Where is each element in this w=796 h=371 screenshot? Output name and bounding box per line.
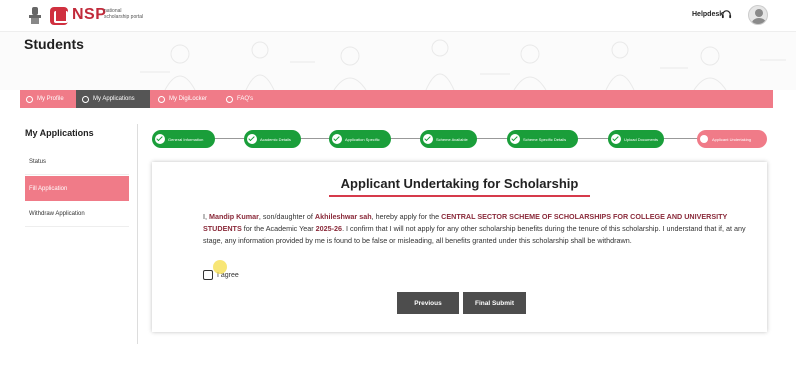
- main-tabs: My Profile My Applications My DigiLocker…: [20, 90, 773, 108]
- check-icon: [247, 134, 257, 144]
- current-step-dot-icon: [700, 135, 708, 143]
- tab-my-profile[interactable]: My Profile: [20, 90, 76, 108]
- step-general-information[interactable]: General Information: [152, 130, 215, 148]
- banner-illustration: [140, 39, 786, 90]
- tab-label: My Profile: [37, 96, 64, 102]
- nsp-logo-subtitle: national scholarship portal: [104, 8, 144, 20]
- sidebar-title: My Applications: [25, 128, 94, 138]
- user-icon: [26, 95, 33, 103]
- step-scheme-specific-details[interactable]: Scheme Specific Details: [507, 130, 578, 148]
- tab-label: My Applications: [93, 96, 135, 102]
- helpdesk-link[interactable]: Helpdesk: [692, 11, 723, 18]
- step-upload-documents[interactable]: Upload Documents: [608, 130, 664, 148]
- applicant-name: Mandip Kumar: [209, 212, 259, 221]
- agree-checkbox[interactable]: [203, 270, 213, 280]
- chat-icon: [226, 95, 233, 103]
- sidebar-item-withdraw-application[interactable]: Withdraw Application: [25, 202, 129, 227]
- lock-icon: [158, 95, 165, 103]
- check-icon: [510, 134, 520, 144]
- check-icon: [332, 134, 342, 144]
- tab-label: FAQ's: [237, 96, 254, 102]
- step-application-specific[interactable]: Application Specific: [329, 130, 391, 148]
- card-title: Applicant Undertaking for Scholarship: [340, 176, 579, 191]
- final-submit-button[interactable]: Final Submit: [463, 292, 526, 314]
- tab-my-digilocker[interactable]: My DigiLocker: [152, 90, 218, 108]
- step-scheme-available[interactable]: Scheme Available: [420, 130, 477, 148]
- undertaking-card: Applicant Undertaking for Scholarship I,…: [152, 162, 767, 332]
- tab-label: My DigiLocker: [169, 96, 208, 102]
- check-icon: [155, 134, 165, 144]
- sidebar-item-fill-application[interactable]: Fill Application: [25, 176, 129, 201]
- sidebar-item-status[interactable]: Status: [25, 150, 129, 175]
- top-header: NSP national scholarship portal Helpdesk: [0, 0, 796, 32]
- national-emblem-icon: [29, 7, 41, 24]
- cursor-highlight: [213, 260, 227, 274]
- previous-button[interactable]: Previous: [397, 292, 459, 314]
- page-title: Students: [24, 36, 84, 52]
- nsp-logo-text[interactable]: NSP: [72, 6, 106, 24]
- application-stepper: General Information Academic Details App…: [150, 130, 770, 148]
- user-avatar[interactable]: [748, 5, 768, 25]
- check-icon: [611, 134, 621, 144]
- nsp-logo-icon[interactable]: [50, 7, 68, 25]
- step-applicant-undertaking[interactable]: Applicant Undertaking: [697, 130, 767, 148]
- headset-icon[interactable]: [721, 9, 732, 20]
- step-academic-details[interactable]: Academic Details: [244, 130, 301, 148]
- tab-my-applications[interactable]: My Applications: [76, 90, 150, 108]
- parent-name: Akhileshwar sah: [314, 212, 372, 221]
- sidebar: My Applications Status Fill Application …: [20, 124, 138, 344]
- undertaking-text: I, Mandip Kumar, son/daughter of Akhiles…: [203, 212, 746, 245]
- page-banner: Students: [0, 32, 796, 90]
- academic-year: 2025-26: [315, 224, 343, 233]
- check-icon: [423, 134, 433, 144]
- title-underline: [329, 195, 590, 197]
- tab-faqs[interactable]: FAQ's: [220, 90, 266, 108]
- check-circle-icon: [82, 95, 89, 103]
